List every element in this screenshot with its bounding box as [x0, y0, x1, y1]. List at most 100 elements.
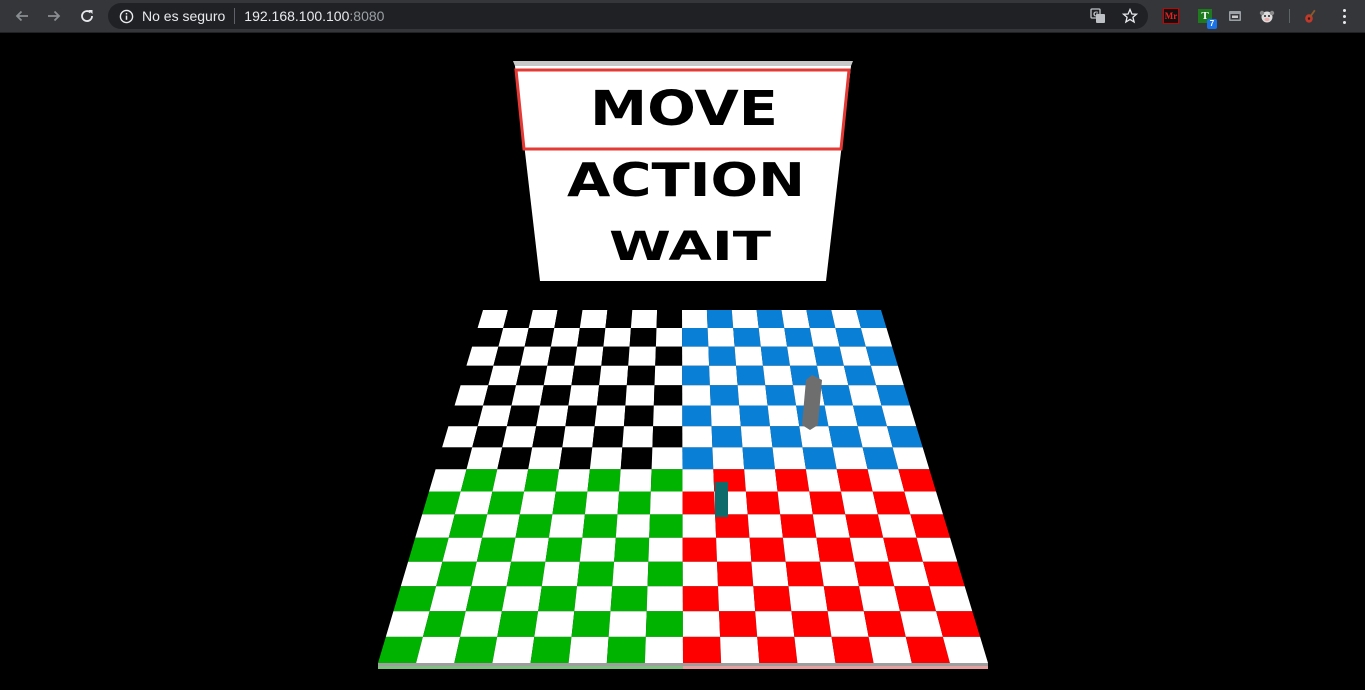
board-square[interactable] — [592, 426, 624, 448]
board-square[interactable] — [820, 385, 853, 406]
board-square[interactable] — [497, 611, 539, 637]
board-square[interactable] — [799, 426, 833, 448]
address-bar[interactable]: No es seguro 192.168.100.100:8080 G — [108, 3, 1148, 29]
board-square[interactable] — [601, 346, 630, 366]
board-square[interactable] — [767, 405, 800, 427]
board-square[interactable] — [603, 328, 631, 347]
board-square[interactable] — [536, 405, 569, 427]
board-square[interactable] — [744, 469, 778, 492]
board-square[interactable] — [538, 586, 577, 612]
board-square[interactable] — [739, 405, 770, 427]
board-square[interactable] — [835, 328, 866, 347]
board-square[interactable] — [806, 310, 836, 328]
board-square[interactable] — [682, 561, 718, 587]
board-square[interactable] — [865, 346, 898, 366]
board-square[interactable] — [881, 405, 917, 427]
board-square[interactable] — [422, 611, 466, 637]
board-square[interactable] — [876, 385, 910, 406]
board-square[interactable] — [547, 346, 578, 366]
board-square[interactable] — [755, 611, 795, 637]
board-square[interactable] — [845, 514, 884, 538]
board-square[interactable] — [606, 636, 646, 663]
board-square[interactable] — [828, 426, 863, 448]
board-square[interactable] — [408, 537, 449, 562]
board-square[interactable] — [623, 405, 654, 427]
board-square[interactable] — [720, 636, 760, 663]
board-square[interactable] — [520, 346, 551, 366]
board-square[interactable] — [577, 561, 615, 587]
board-square[interactable] — [565, 405, 597, 427]
board-square[interactable] — [900, 611, 943, 637]
board-square[interactable] — [780, 514, 817, 538]
board-square[interactable] — [503, 310, 533, 328]
board-square[interactable] — [843, 365, 877, 386]
board-square[interactable] — [545, 537, 583, 562]
board-square[interactable] — [620, 447, 653, 470]
board-square[interactable] — [809, 328, 840, 347]
board-square[interactable] — [777, 491, 813, 515]
board-square[interactable] — [378, 636, 423, 663]
board-square[interactable] — [757, 636, 798, 663]
board-square[interactable] — [652, 426, 683, 448]
board-square[interactable] — [910, 514, 951, 538]
board-square[interactable] — [655, 346, 683, 366]
board-square[interactable] — [682, 385, 711, 406]
board-square[interactable] — [511, 385, 544, 406]
board-square[interactable] — [719, 611, 758, 637]
forward-button[interactable] — [42, 4, 66, 28]
board-square[interactable] — [812, 514, 850, 538]
board-square[interactable] — [511, 537, 549, 562]
board-square[interactable] — [682, 611, 721, 637]
board-square[interactable] — [734, 346, 763, 366]
board-square[interactable] — [454, 385, 489, 406]
board-square[interactable] — [857, 426, 893, 448]
board-square[interactable] — [646, 586, 683, 612]
board-square[interactable] — [554, 310, 583, 328]
board-square[interactable] — [682, 365, 710, 386]
board-square[interactable] — [862, 447, 899, 470]
board-square[interactable] — [848, 385, 882, 406]
board-square[interactable] — [883, 537, 923, 562]
board-square[interactable] — [682, 537, 717, 562]
board-square[interactable] — [466, 447, 503, 470]
board-square[interactable] — [435, 447, 473, 470]
board-square[interactable] — [892, 447, 930, 470]
board-square[interactable] — [645, 611, 683, 637]
board-square[interactable] — [716, 537, 752, 562]
board-square[interactable] — [477, 310, 508, 328]
board-square[interactable] — [682, 636, 722, 663]
board-square[interactable] — [788, 586, 828, 612]
mr-extension-icon[interactable]: Mr — [1162, 7, 1180, 25]
board-square[interactable] — [805, 469, 841, 492]
board-square[interactable] — [772, 447, 806, 470]
board-square[interactable] — [827, 611, 869, 637]
board-square[interactable] — [809, 491, 846, 515]
board-square[interactable] — [709, 365, 738, 386]
board-square[interactable] — [584, 491, 620, 515]
board-square[interactable] — [682, 447, 714, 470]
board-square[interactable] — [888, 561, 930, 587]
board-square[interactable] — [823, 586, 864, 612]
board-square[interactable] — [524, 469, 559, 492]
board-square[interactable] — [589, 447, 623, 470]
board-square[interactable] — [648, 537, 683, 562]
board-square[interactable] — [574, 586, 613, 612]
board-square[interactable] — [682, 310, 708, 328]
board-square[interactable] — [471, 561, 512, 587]
board-square[interactable] — [483, 385, 516, 406]
board-square[interactable] — [731, 310, 759, 328]
board-square[interactable] — [832, 447, 868, 470]
board-square[interactable] — [416, 636, 461, 663]
board-square[interactable] — [765, 385, 797, 406]
board-square[interactable] — [530, 636, 572, 663]
board-square[interactable] — [706, 310, 734, 328]
board-square[interactable] — [651, 447, 683, 470]
board-square[interactable] — [626, 365, 656, 386]
board-square[interactable] — [506, 561, 546, 587]
board-square[interactable] — [942, 636, 988, 663]
board-square[interactable] — [656, 310, 683, 328]
board-square[interactable] — [608, 611, 647, 637]
board-square[interactable] — [682, 491, 716, 515]
board-square[interactable] — [617, 491, 651, 515]
board-square[interactable] — [863, 611, 906, 637]
